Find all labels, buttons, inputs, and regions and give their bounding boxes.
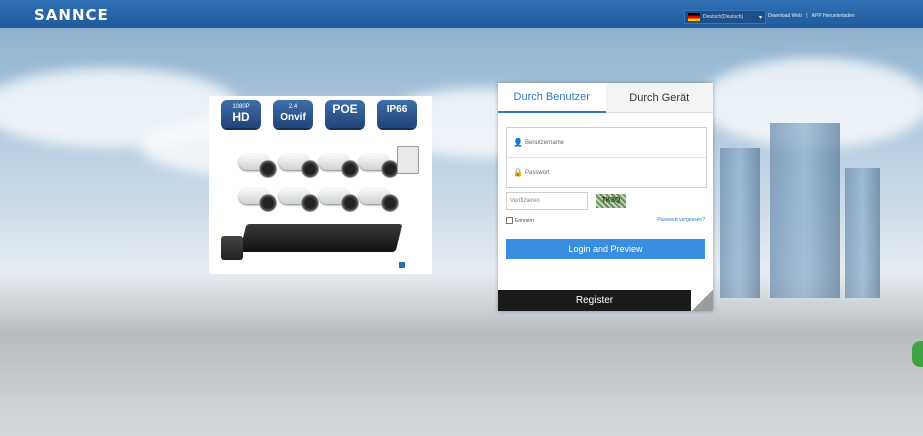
captcha-image[interactable]: TK8Q <box>596 194 626 208</box>
camera-lens <box>259 160 277 178</box>
top-header-bar: SANNCE Deutsch(Deutsch) ▾ Download Web |… <box>0 0 923 28</box>
user-icon: 👤 <box>513 137 523 147</box>
login-preview-button[interactable]: Login and Preview <box>506 239 705 259</box>
app-download-link[interactable]: APP Herunterladen <box>812 13 855 19</box>
credentials-box: 👤 Benutzername 🔒 Passwort <box>506 127 707 188</box>
remember-checkbox[interactable] <box>506 217 513 224</box>
side-widget-tab[interactable] <box>912 341 923 367</box>
phone-illustration <box>397 146 419 174</box>
register-button[interactable]: Register <box>498 290 691 311</box>
lock-icon: 🔒 <box>513 167 523 177</box>
camera-lens <box>259 194 277 212</box>
nvr-recorder-illustration <box>239 224 403 252</box>
password-placeholder: Passwort <box>525 169 550 176</box>
header-links: Download Web | APP Herunterladen <box>768 13 858 19</box>
background <box>0 28 923 436</box>
username-placeholder: Benutzername <box>525 139 565 146</box>
hard-drive-illustration <box>221 236 243 260</box>
building <box>845 168 880 298</box>
camera-lens <box>341 194 359 212</box>
username-field[interactable]: 👤 Benutzername <box>507 128 706 157</box>
camera-lens <box>301 160 319 178</box>
password-field[interactable]: 🔒 Passwort <box>507 158 706 187</box>
language-select[interactable]: Deutsch(Deutsch) ▾ <box>684 10 766 24</box>
carousel-indicator[interactable] <box>399 262 405 268</box>
download-web-link[interactable]: Download Web <box>768 13 802 19</box>
page-curl-corner <box>691 290 713 311</box>
badge-poe: POE <box>325 100 365 128</box>
building <box>770 123 840 298</box>
camera-lens <box>341 160 359 178</box>
captcha-input[interactable]: Verifizieren <box>506 192 588 210</box>
forgot-password-link[interactable]: Passwort vergessen? <box>657 217 705 223</box>
tab-by-user[interactable]: Durch Benutzer <box>498 83 606 113</box>
remember-label: Erinnern <box>515 217 534 224</box>
brand-logo[interactable]: SANNCE <box>34 6 109 24</box>
promo-image: 1080P HD 2.4 Onvif POE IP66 <box>209 96 432 274</box>
login-panel: Durch Benutzer Durch Gerät 👤 Benutzernam… <box>498 83 713 311</box>
badge-hd: 1080P HD <box>221 100 261 128</box>
remember-me[interactable]: Erinnern <box>506 217 534 224</box>
badge-ip66: IP66 <box>377 100 417 128</box>
link-separator: | <box>806 13 808 19</box>
building <box>720 148 760 298</box>
chevron-down-icon: ▾ <box>758 14 762 21</box>
tab-by-device[interactable]: Durch Gerät <box>605 83 713 113</box>
login-tabs: Durch Benutzer Durch Gerät <box>498 83 713 113</box>
camera-lens <box>381 194 399 212</box>
language-select-value: Deutsch(Deutsch) <box>703 14 744 20</box>
camera-lens <box>301 194 319 212</box>
flag-de-icon <box>688 13 700 21</box>
badge-onvif: 2.4 Onvif <box>273 100 313 128</box>
